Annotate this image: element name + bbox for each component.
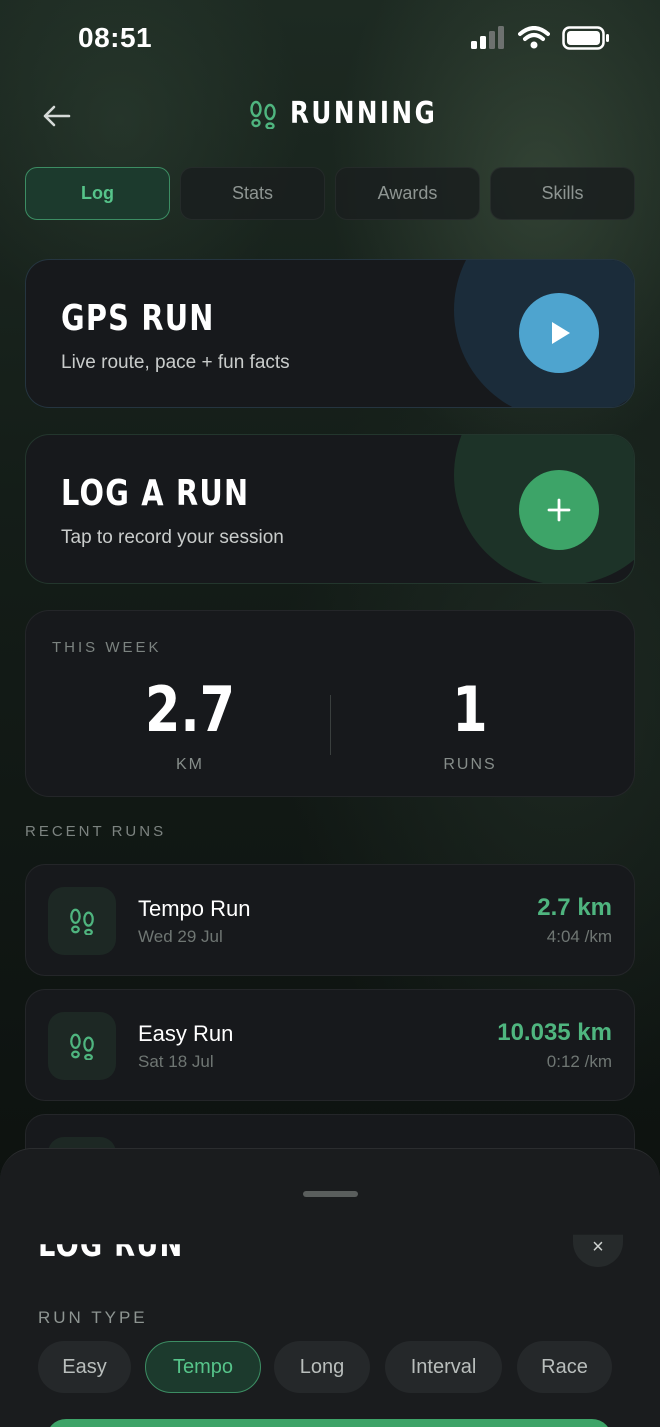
run-type-easy[interactable]: Easy — [38, 1341, 131, 1393]
status-icons — [470, 26, 610, 50]
run-icon — [48, 1012, 116, 1080]
week-distance-value: 2.7 — [144, 673, 236, 746]
week-runs: 1 RUNS — [370, 673, 570, 774]
log-run-subtitle: Tap to record your session — [61, 527, 284, 548]
week-runs-value: 1 — [452, 673, 488, 746]
gps-run-card[interactable]: GPS RUN Live route, pace + fun facts — [25, 259, 635, 408]
close-button[interactable]: × — [573, 1234, 623, 1267]
this-week-summary: THIS WEEK 2.7 KM 1 RUNS — [25, 610, 635, 797]
cellular-signal-icon — [471, 26, 504, 49]
plus-icon — [547, 498, 571, 522]
run-name: Tempo Run — [138, 896, 251, 921]
divider — [330, 695, 331, 755]
tab-stats[interactable]: Stats — [180, 167, 325, 220]
add-run-button[interactable] — [519, 470, 599, 550]
run-date: Wed 29 Jul — [138, 927, 223, 946]
close-icon: × — [592, 1235, 604, 1258]
run-type-label: RUN TYPE — [38, 1308, 148, 1327]
tab-log[interactable]: Log — [25, 167, 170, 220]
status-time: 08:51 — [78, 22, 153, 53]
play-icon — [552, 322, 570, 344]
back-arrow-icon — [43, 105, 71, 127]
gps-run-title: GPS RUN — [61, 298, 215, 339]
start-gps-run-button[interactable] — [519, 293, 599, 373]
tab-awards[interactable]: Awards — [335, 167, 480, 220]
week-distance: 2.7 KM — [90, 673, 290, 774]
run-type-interval[interactable]: Interval — [385, 1341, 502, 1393]
this-week-label: THIS WEEK — [52, 639, 162, 656]
run-distance: 2.7 km — [537, 894, 612, 921]
log-run-sheet: LOG RUN × RUN TYPE Easy Tempo Long Inter… — [0, 1148, 660, 1427]
save-run-button[interactable] — [46, 1419, 612, 1427]
log-run-card[interactable]: LOG A RUN Tap to record your session — [25, 434, 635, 584]
run-icon — [48, 887, 116, 955]
run-list-item[interactable]: Tempo Run Wed 29 Jul 2.7 km 4:04 /km — [25, 864, 635, 976]
gps-run-subtitle: Live route, pace + fun facts — [61, 352, 290, 373]
tab-skills[interactable]: Skills — [490, 167, 635, 220]
sheet-title: LOG RUN — [38, 1225, 184, 1265]
sheet-drag-handle[interactable] — [303, 1191, 358, 1197]
run-pace: 0:12 /km — [546, 1052, 612, 1071]
back-button[interactable] — [36, 96, 76, 136]
run-name: Easy Run — [138, 1021, 234, 1046]
run-date: Sat 18 Jul — [138, 1052, 214, 1071]
run-list-item[interactable]: Easy Run Sat 18 Jul 10.035 km 0:12 /km — [25, 989, 635, 1101]
log-run-title: LOG A RUN — [61, 473, 250, 514]
footprints-icon — [70, 908, 94, 935]
run-pace: 4:04 /km — [546, 927, 612, 946]
battery-icon — [562, 26, 609, 50]
run-type-race[interactable]: Race — [517, 1341, 612, 1393]
page-header: RUNNING — [248, 96, 470, 131]
footprints-icon — [70, 1033, 94, 1060]
run-distance: 10.035 km — [497, 1019, 612, 1046]
week-distance-unit: KM — [176, 756, 204, 773]
run-type-long[interactable]: Long — [274, 1341, 370, 1393]
run-type-tempo[interactable]: Tempo — [145, 1341, 261, 1393]
wifi-icon — [518, 26, 550, 49]
recent-runs-label: RECENT RUNS — [25, 823, 167, 840]
footprints-icon — [250, 100, 276, 129]
page-title: RUNNING — [290, 96, 438, 131]
week-runs-unit: RUNS — [443, 756, 497, 773]
